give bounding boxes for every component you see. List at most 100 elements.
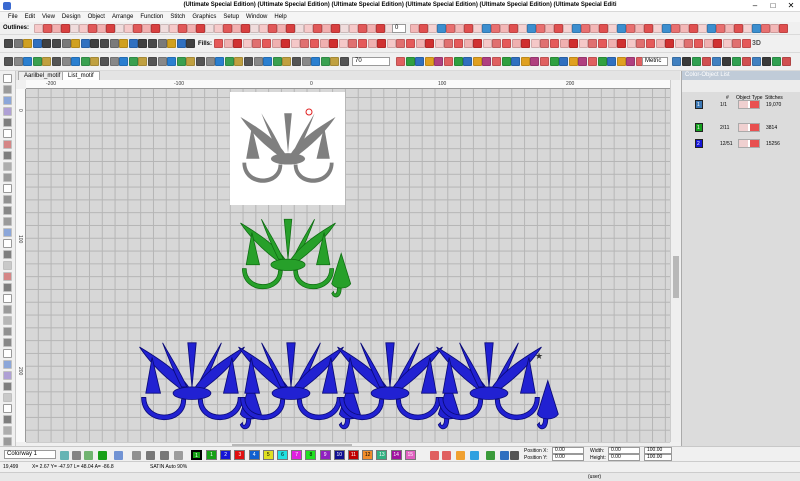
stitch-tool-icon[interactable] (712, 57, 721, 66)
current-color-swatch[interactable]: 1 (191, 450, 202, 460)
stitch-tool-icon[interactable] (752, 57, 761, 66)
stitch-tool-icon[interactable] (386, 39, 396, 48)
stitch-tool-icon[interactable] (214, 39, 223, 48)
stitch-tool-icon[interactable] (752, 24, 761, 33)
color-object-row[interactable]: 1 2/11 3814 (686, 122, 800, 133)
menu-item-object[interactable]: Object (88, 12, 105, 22)
colorway-tool-icon[interactable] (160, 451, 169, 460)
stitch-tool-icon[interactable] (722, 57, 731, 66)
colorway-extra-icon[interactable] (430, 451, 439, 460)
stitch-tool-icon[interactable] (455, 24, 464, 33)
stitch-tool-icon[interactable] (434, 39, 444, 48)
color-swatch-7[interactable]: 7 (291, 450, 303, 460)
colorway-extra-icon[interactable] (486, 451, 495, 460)
stitch-tool-icon[interactable] (23, 57, 33, 66)
stitch-tool-icon[interactable] (34, 24, 43, 33)
stitch-tool-icon[interactable] (109, 57, 119, 66)
stitch-tool-icon[interactable] (501, 57, 511, 66)
stitch-tool-icon[interactable] (304, 24, 313, 33)
stitch-tool-icon[interactable] (109, 39, 119, 48)
stitch-tool-icon[interactable] (590, 24, 599, 33)
stitch-tool-icon[interactable] (214, 24, 223, 33)
stitch-tool-icon[interactable] (437, 24, 446, 33)
stitch-tool-icon[interactable] (672, 57, 681, 66)
stitch-tool-icon[interactable] (358, 24, 367, 33)
stitch-tool-icon[interactable] (782, 57, 791, 66)
stitch-tool-icon[interactable] (569, 39, 579, 48)
stitch-tool-icon[interactable] (698, 24, 707, 33)
stitch-tool-icon[interactable] (253, 57, 263, 66)
width-field[interactable]: 0.00 (608, 447, 640, 454)
stitch-tool-icon[interactable] (61, 57, 71, 66)
stitch-tool-icon[interactable] (540, 39, 550, 48)
stitch-tool-icon[interactable] (713, 39, 723, 48)
stitch-tool-icon[interactable] (310, 39, 319, 48)
stitch-tool-icon[interactable] (415, 39, 425, 48)
colorway-tool-icon[interactable] (72, 451, 81, 460)
stitch-tool-icon[interactable] (349, 24, 358, 33)
stitch-tool-icon[interactable] (205, 24, 214, 33)
stitch-tool-icon[interactable] (419, 24, 428, 33)
stitch-tool-icon[interactable] (4, 39, 13, 48)
stitch-tool-icon[interactable] (272, 57, 282, 66)
stitch-tool-icon[interactable] (340, 57, 349, 66)
stitch-tool-icon[interactable] (367, 39, 377, 48)
stitch-tool-icon[interactable] (13, 57, 23, 66)
stitch-tool-icon[interactable] (301, 57, 311, 66)
stitch-tool-icon[interactable] (187, 24, 196, 33)
toolbox-icon[interactable] (3, 96, 12, 105)
angle-field[interactable]: 0 (392, 24, 406, 33)
stitch-tool-icon[interactable] (178, 24, 187, 33)
menu-item-window[interactable]: Window (246, 12, 267, 22)
color-swatch-14[interactable]: 14 (390, 450, 402, 460)
stitch-tool-icon[interactable] (52, 57, 61, 66)
stitch-tool-icon[interactable] (405, 57, 415, 66)
stitch-tool-icon[interactable] (71, 57, 81, 66)
color-object-row[interactable]: 1 1/1 19,070 (686, 99, 800, 110)
stitch-tool-icon[interactable] (446, 24, 455, 33)
stitch-tool-icon[interactable] (662, 24, 671, 33)
stitch-tool-icon[interactable] (473, 24, 482, 33)
stitch-tool-icon[interactable] (106, 24, 115, 33)
stitch-tool-icon[interactable] (734, 24, 743, 33)
zoom-field[interactable]: 70 (352, 57, 390, 66)
stitch-tool-icon[interactable] (223, 39, 233, 48)
colorway-extra-icon[interactable] (500, 451, 509, 460)
colorway-tool-icon[interactable] (98, 451, 107, 460)
menu-item-function[interactable]: Function (140, 12, 163, 22)
color-swatch-15[interactable]: 15 (404, 450, 416, 460)
color-swatch-4[interactable]: 4 (248, 450, 260, 460)
menu-item-graphics[interactable]: Graphics (192, 12, 216, 22)
stitch-tool-icon[interactable] (617, 24, 626, 33)
stitch-tool-icon[interactable] (608, 24, 617, 33)
stitch-tool-icon[interactable] (234, 57, 244, 66)
stitch-tool-icon[interactable] (167, 57, 177, 66)
stitch-tool-icon[interactable] (186, 39, 196, 48)
colorway-tool-icon[interactable] (60, 451, 69, 460)
stitch-tool-icon[interactable] (215, 57, 225, 66)
stitch-tool-icon[interactable] (707, 24, 716, 33)
stitch-tool-icon[interactable] (115, 24, 124, 33)
stitch-tool-icon[interactable] (4, 57, 13, 66)
stitch-tool-icon[interactable] (588, 39, 598, 48)
toolbox-icon[interactable] (3, 382, 12, 391)
stitch-tool-icon[interactable] (530, 39, 540, 48)
stitch-tool-icon[interactable] (128, 57, 138, 66)
stitch-tool-icon[interactable] (511, 39, 521, 48)
menu-item-design[interactable]: Design (62, 12, 81, 22)
stitch-tool-icon[interactable] (702, 57, 711, 66)
stitch-tool-icon[interactable] (779, 24, 788, 33)
stitch-tool-icon[interactable] (367, 24, 376, 33)
stitch-tool-icon[interactable] (186, 57, 196, 66)
toolbox-icon[interactable] (3, 426, 12, 435)
stitch-tool-icon[interactable] (311, 57, 321, 66)
stitch-tool-icon[interactable] (196, 57, 205, 66)
stitch-tool-icon[interactable] (32, 39, 42, 48)
toolbox-icon[interactable] (3, 162, 12, 171)
stitch-tool-icon[interactable] (406, 39, 415, 48)
stitch-tool-icon[interactable] (313, 24, 322, 33)
stitch-tool-icon[interactable] (232, 24, 241, 33)
menu-item-file[interactable]: File (8, 12, 18, 22)
maximize-button[interactable]: □ (764, 0, 782, 12)
stitch-tool-icon[interactable] (157, 39, 167, 48)
